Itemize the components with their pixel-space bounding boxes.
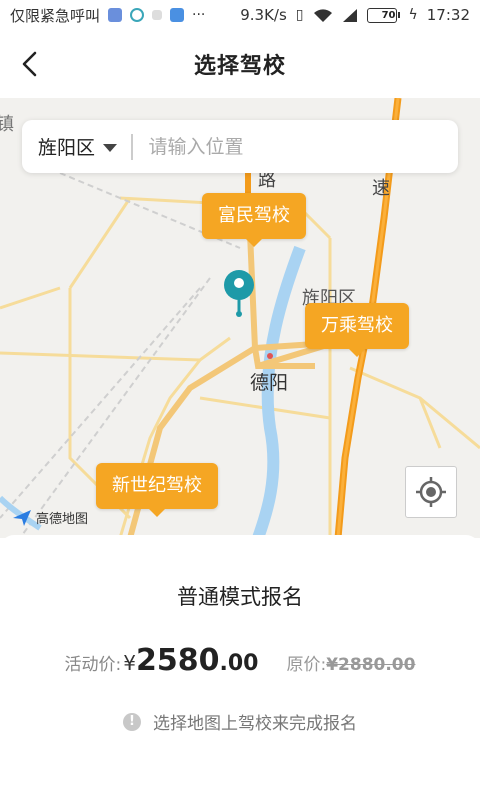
price-row: 活动价: ¥ 2580 .00 原价: ¥2880.00 (0, 643, 480, 678)
signal-icon (342, 8, 357, 22)
original-price-label: 原价: (286, 655, 327, 675)
activity-price-decimal: .00 (219, 651, 259, 676)
hint-text: 选择地图上驾校来完成报名 (153, 714, 357, 734)
caret-down-icon (103, 143, 118, 152)
status-bar: 仅限紧急呼叫 ··· 9.3K/s ▯ 70 ϟ 17:32 (0, 0, 480, 30)
vibrate-icon: ▯ (295, 7, 304, 23)
amap-logo-icon (13, 509, 31, 526)
activity-price-integer: 2580 (135, 643, 220, 678)
nav-bar: 选择驾校 (0, 30, 480, 98)
network-speed: 9.3K/s (240, 6, 287, 24)
location-input[interactable] (148, 135, 442, 158)
info-icon: ! (123, 712, 141, 731)
back-button[interactable] (14, 47, 44, 81)
school-marker-wancheng[interactable]: 万乘驾校 (305, 303, 409, 357)
currency-symbol: ¥ (123, 651, 136, 675)
map-provider-logo: 高德地图 (12, 508, 88, 527)
map-label-highway: 速 (372, 178, 390, 199)
transfer-icon (152, 10, 163, 20)
more-icon: ··· (192, 7, 206, 23)
download-icon (170, 8, 185, 22)
crosshair-icon (416, 477, 446, 507)
wifi-icon (313, 8, 332, 22)
chevron-left-icon (22, 51, 37, 77)
district-selector[interactable]: 旌阳区 (38, 133, 118, 160)
app-icon (130, 8, 145, 22)
location-search-bar: 旌阳区 (22, 120, 458, 173)
battery-icon: 70 (366, 7, 400, 23)
hint-row: ! 选择地图上驾校来完成报名 (0, 709, 480, 734)
map-label-town: 镇 (0, 114, 14, 135)
enroll-mode-title: 普通模式报名 (177, 585, 303, 609)
shield-icon (108, 8, 123, 22)
school-marker-xinshiji[interactable]: 新世纪驾校 (96, 463, 218, 517)
charging-icon: ϟ (408, 7, 418, 23)
map-view[interactable]: 镇 路 速 旌阳区 德阳 旌阳区 富民驾校 万乘驾校 新世纪驾校 高德地图 (0, 98, 480, 538)
locate-button[interactable] (405, 466, 457, 518)
search-divider (131, 133, 133, 160)
original-price: ¥2880.00 (326, 655, 416, 675)
activity-price-label: 活动价: (64, 655, 122, 675)
carrier-text: 仅限紧急呼叫 (10, 6, 101, 25)
enroll-sheet: 普通模式报名 活动价: ¥ 2580 .00 原价: ¥2880.00 ! 选择… (0, 535, 480, 800)
map-pin-icon (224, 270, 254, 317)
school-marker-fumin[interactable]: 富民驾校 (202, 193, 306, 247)
district-label: 旌阳区 (38, 137, 96, 159)
page-title: 选择驾校 (193, 54, 286, 79)
map-label-city: 德阳 (250, 372, 289, 394)
clock: 17:32 (426, 6, 470, 24)
